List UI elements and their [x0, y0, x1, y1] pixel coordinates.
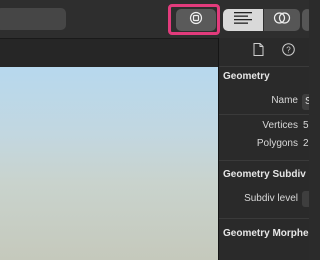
app-window: ? Geometry Name S Vertices 5 Polygons 2 …: [0, 0, 309, 260]
name-label: Name: [271, 95, 298, 106]
search-field[interactable]: [0, 8, 66, 30]
subdivision-section-title: Geometry Subdiv: [223, 169, 306, 180]
toolbar-extra-button[interactable]: [302, 9, 309, 31]
morpher-section-title: Geometry Morphe: [223, 228, 309, 239]
inspector-panel: ? Geometry Name S Vertices 5 Polygons 2 …: [218, 38, 309, 260]
focus-button[interactable]: [176, 9, 216, 31]
rings-icon: [273, 11, 291, 30]
polygons-value: 2: [303, 138, 309, 149]
geometry-section-title: Geometry: [223, 71, 270, 82]
editor-tab-bar: [0, 38, 218, 68]
vertices-label: Vertices: [262, 120, 298, 131]
vertices-value: 5: [303, 120, 309, 131]
text-align-icon: [234, 11, 252, 29]
file-inspector-tab[interactable]: [251, 43, 265, 61]
align-button[interactable]: [223, 9, 263, 31]
geometry-divider: [219, 114, 309, 115]
focus-icon: [189, 11, 203, 30]
svg-text:?: ?: [286, 46, 291, 55]
subdiv-level-label: Subdiv level: [244, 193, 298, 204]
rings-button[interactable]: [264, 9, 300, 31]
subdiv-level-field[interactable]: [302, 191, 309, 207]
scene-viewport[interactable]: [0, 67, 218, 260]
file-icon: [253, 43, 264, 61]
subdivision-divider: [219, 160, 309, 161]
tabs-divider: [219, 66, 309, 67]
help-icon: ?: [281, 43, 295, 61]
polygons-label: Polygons: [256, 138, 298, 149]
name-field[interactable]: S: [302, 94, 309, 110]
toolbar: [0, 0, 309, 38]
morpher-divider: [219, 218, 309, 219]
help-inspector-tab[interactable]: ?: [281, 43, 295, 61]
inspector-tabs: ?: [219, 38, 309, 66]
